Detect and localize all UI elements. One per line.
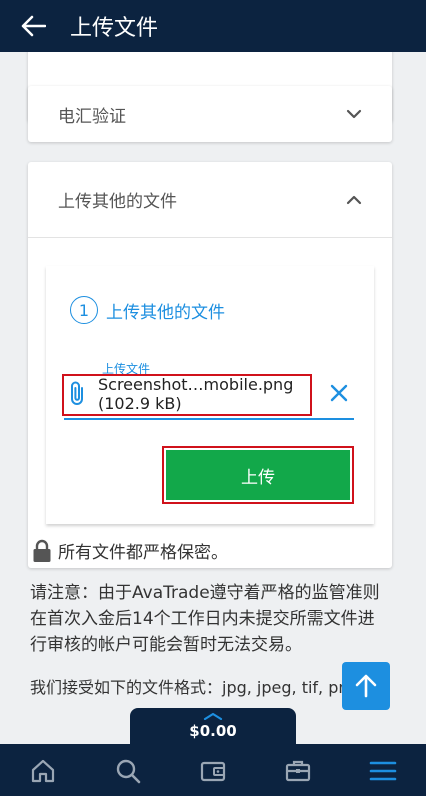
wallet-icon [200,761,226,782]
upload-button[interactable]: 上传 [166,450,350,500]
upload-panel: 1 上传其他的文件 上传文件 Screenshot…mobile.png (10… [46,266,374,524]
upload-button-highlight: 上传 [162,446,354,504]
field-underline [64,418,354,420]
chevron-up-icon [346,195,362,204]
file-size-text: (102.9 kB) [98,394,182,413]
nav-search[interactable] [106,749,150,793]
chevron-up-icon [203,712,223,720]
arrow-up-icon [355,674,377,698]
confidentiality-text: 所有文件都严格保密。 [58,543,228,563]
chevron-down-icon [346,109,362,119]
step-heading: 1 上传其他的文件 [70,296,225,324]
notice-paragraph: 请注意：由于AvaTrade遵守着严格的监管准则 在首次入金后14个工作日内未提… [30,583,380,655]
accordion-wire-verification[interactable]: 电汇验证 [28,86,392,142]
clear-file-button[interactable] [326,380,352,406]
step-number: 1 [70,296,98,324]
accordion-header[interactable]: 上传其他的文件 [28,162,392,238]
lock-icon [33,539,51,562]
accordion-label: 上传其他的文件 [58,192,177,212]
app-bar: 上传文件 [0,0,426,52]
confidentiality-note: 所有文件都严格保密。 [32,538,228,563]
scroll-to-top-button[interactable] [342,662,390,710]
arrow-left-icon [21,15,46,37]
nav-portfolio[interactable] [276,749,320,793]
nav-wallet[interactable] [191,749,235,793]
accordion-other-files: 上传其他的文件 1 上传其他的文件 上传文件 Screenshot…mobile… [28,162,392,568]
file-name: Screenshot…mobile.png (102.9 kB) [98,375,293,413]
briefcase-icon [286,760,311,782]
close-icon [330,384,348,402]
paperclip-icon[interactable] [68,380,88,406]
home-icon [31,759,54,783]
step-label: 上传其他的文件 [106,302,225,323]
file-input-field[interactable]: 上传文件 Screenshot…mobile.png (102.9 kB) [62,360,354,422]
balance-amount: $0.00 [189,722,237,740]
page-title: 上传文件 [70,16,159,41]
back-button[interactable] [0,0,66,52]
file-name-text: Screenshot…mobile.png [98,375,294,394]
accepted-formats: 我们接受如下的文件格式：jpg, jpeg, tif, png [30,678,359,697]
nav-menu[interactable] [361,749,405,793]
balance-tab[interactable]: $0.00 [130,708,296,754]
menu-icon [370,761,397,781]
accordion-label: 电汇验证 [58,106,126,127]
nav-home[interactable] [21,749,65,793]
search-icon [116,759,141,784]
